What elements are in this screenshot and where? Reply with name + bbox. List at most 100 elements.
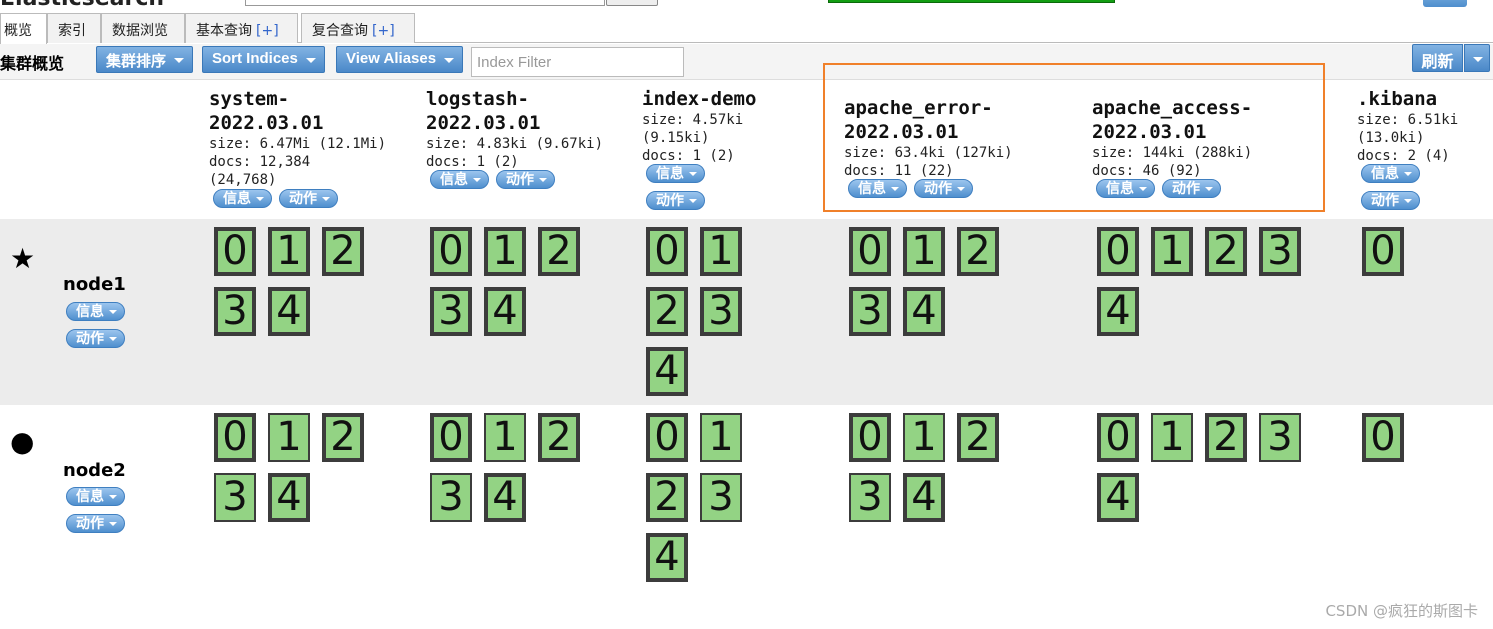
shard-box[interactable]: 3	[430, 473, 472, 522]
refresh-button[interactable]: 刷新	[1412, 44, 1463, 72]
view-aliases-button[interactable]: View Aliases	[336, 46, 464, 73]
tab-basic-query[interactable]: 基本查询 [+]	[185, 13, 298, 43]
shard-box[interactable]: 3	[430, 287, 472, 336]
index-name: logstash-	[426, 88, 529, 110]
node-info-button[interactable]: 信息	[66, 487, 125, 506]
shard-box[interactable]: 2	[1205, 227, 1247, 276]
shard-box[interactable]: 4	[646, 347, 688, 396]
index-size: size: 6.47Mi (12.1Mi)	[209, 136, 387, 152]
node-action-button[interactable]: 动作	[66, 514, 125, 533]
info-label: 信息	[440, 172, 468, 188]
index-info-button[interactable]: 信息	[213, 189, 272, 208]
shard-box[interactable]: 4	[484, 473, 526, 522]
shard-box[interactable]: 0	[646, 227, 688, 276]
shard-box[interactable]: 2	[322, 413, 364, 462]
shard-box[interactable]: 2	[538, 413, 580, 462]
shard-box[interactable]: 1	[484, 413, 526, 462]
index-info-button[interactable]: 信息	[1361, 164, 1420, 183]
shard-box[interactable]: 1	[700, 227, 742, 276]
cluster-sort-button[interactable]: 集群排序	[96, 46, 194, 73]
chevron-down-icon	[109, 495, 117, 499]
shard-box[interactable]: 2	[646, 473, 688, 522]
tab-compound-query-plus[interactable]: [+]	[372, 23, 395, 39]
index-name: system-	[209, 88, 290, 110]
info-label: 信息	[76, 304, 104, 320]
index-action-button[interactable]: 动作	[646, 191, 705, 210]
shard-box[interactable]: 3	[700, 473, 742, 522]
shard-box[interactable]: 4	[903, 287, 945, 336]
index-action-button[interactable]: 动作	[496, 170, 555, 189]
shard-box[interactable]: 1	[1151, 227, 1193, 276]
index-info-button[interactable]: 信息	[430, 170, 489, 189]
shard-box[interactable]: 0	[646, 413, 688, 462]
shard-box[interactable]: 4	[1097, 473, 1139, 522]
action-label: 动作	[76, 331, 104, 347]
chevron-down-icon	[444, 58, 455, 63]
sort-indices-label: Sort Indices	[212, 50, 298, 67]
shard-box[interactable]: 3	[1259, 227, 1301, 276]
shard-box[interactable]: 3	[214, 287, 256, 336]
shard-box[interactable]: 4	[903, 473, 945, 522]
info-label: 信息	[76, 489, 104, 505]
shard-box[interactable]: 0	[849, 227, 891, 276]
shard-box[interactable]: 0	[430, 227, 472, 276]
shard-box[interactable]: 3	[214, 473, 256, 522]
shard-box[interactable]: 3	[849, 287, 891, 336]
shard-box[interactable]: 0	[1097, 413, 1139, 462]
index-action-button[interactable]: 动作	[279, 189, 338, 208]
shard-box[interactable]: 0	[214, 227, 256, 276]
highlight-box	[823, 63, 1325, 212]
shard-box[interactable]: 2	[538, 227, 580, 276]
node-action-button[interactable]: 动作	[66, 329, 125, 348]
shard-box[interactable]: 2	[1205, 413, 1247, 462]
shard-box[interactable]: 0	[849, 413, 891, 462]
index-action-button[interactable]: 动作	[1361, 191, 1420, 210]
tab-compound-query[interactable]: 复合查询 [+]	[301, 13, 415, 43]
shard-box[interactable]: 4	[646, 533, 688, 582]
index-info-button[interactable]: 信息	[646, 164, 705, 183]
shard-box[interactable]: 2	[957, 227, 999, 276]
shard-box[interactable]: 3	[700, 287, 742, 336]
connect-url-input[interactable]	[245, 0, 605, 6]
shard-box[interactable]: 0	[1362, 227, 1404, 276]
index-filter-input[interactable]	[471, 47, 684, 77]
connect-button[interactable]	[606, 0, 658, 6]
shard-box[interactable]: 1	[700, 413, 742, 462]
action-label: 动作	[76, 516, 104, 532]
index-name: .kibana	[1357, 88, 1438, 110]
header-info-button[interactable]	[1423, 0, 1467, 7]
shard-box[interactable]: 0	[430, 413, 472, 462]
shard-box[interactable]: 1	[903, 227, 945, 276]
shard-box[interactable]: 3	[849, 473, 891, 522]
chevron-down-icon	[1473, 57, 1483, 62]
tab-indices[interactable]: 索引	[47, 13, 101, 43]
shard-box[interactable]: 0	[214, 413, 256, 462]
shard-box[interactable]: 2	[646, 287, 688, 336]
refresh-dropdown-button[interactable]	[1464, 44, 1490, 72]
tab-overview[interactable]: 概览	[0, 13, 47, 44]
shard-box[interactable]: 3	[1259, 413, 1301, 462]
shard-box[interactable]: 1	[268, 227, 310, 276]
shard-box[interactable]: 1	[484, 227, 526, 276]
shard-box[interactable]: 4	[484, 287, 526, 336]
node-info-button[interactable]: 信息	[66, 302, 125, 321]
shard-box[interactable]: 4	[268, 287, 310, 336]
shard-box[interactable]: 2	[322, 227, 364, 276]
shard-box[interactable]: 2	[957, 413, 999, 462]
sort-indices-button[interactable]: Sort Indices	[202, 46, 325, 73]
tab-overview-label: 概览	[4, 23, 32, 39]
tab-basic-query-plus[interactable]: [+]	[256, 23, 279, 39]
chevron-down-icon	[539, 178, 547, 182]
shard-box[interactable]: 1	[903, 413, 945, 462]
shard-box[interactable]: 1	[268, 413, 310, 462]
chevron-down-icon	[305, 58, 316, 63]
index-header-index-demo: index-demo size: 4.57ki (9.15ki) docs: 1…	[642, 87, 756, 213]
cluster-sort-label: 集群排序	[106, 53, 167, 70]
shard-box[interactable]: 1	[1151, 413, 1193, 462]
index-header-kibana: .kibana size: 6.51ki (13.0ki) docs: 2 (4…	[1357, 87, 1458, 213]
shard-box[interactable]: 0	[1097, 227, 1139, 276]
shard-box[interactable]: 4	[268, 473, 310, 522]
tab-browser[interactable]: 数据浏览	[101, 13, 185, 43]
shard-box[interactable]: 4	[1097, 287, 1139, 336]
shard-box[interactable]: 0	[1362, 413, 1404, 462]
